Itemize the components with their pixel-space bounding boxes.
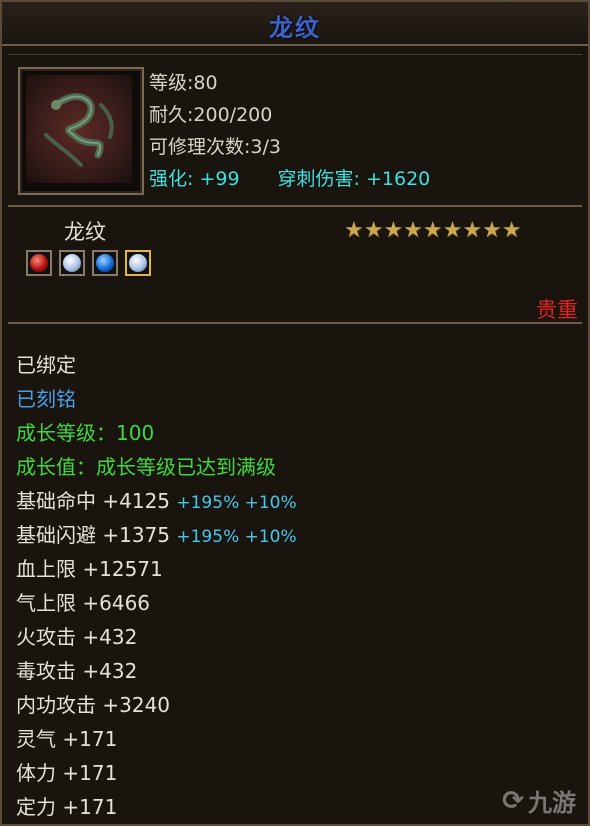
base-dodge-text: 基础闪避 +1375	[16, 523, 171, 547]
focus-stat: 定力 +171	[16, 795, 118, 819]
stamina-stat: 体力 +171	[16, 761, 118, 785]
growth-value: 成长值：成长等级已达到满级	[16, 455, 276, 479]
engraved-status: 已刻铭	[16, 387, 76, 411]
base-hit-line: 基础命中 +4125 +195% +10%	[16, 484, 297, 518]
gem-socket-red[interactable]	[26, 250, 52, 276]
spirit-stat: 灵气 +171	[16, 727, 118, 751]
white-gem-icon	[129, 254, 147, 272]
repair-count-text: 可修理次数:3/3	[149, 136, 281, 158]
fire-attack: 火攻击 +432	[16, 625, 138, 649]
poison-attack: 毒攻击 +432	[16, 659, 138, 683]
qi-max: 气上限 +6466	[16, 591, 151, 615]
level-text: 等级:80	[149, 72, 218, 94]
star-icons: ★★★★★★★★★	[344, 218, 522, 243]
item-icon-frame	[18, 67, 144, 195]
bound-status: 已绑定	[16, 353, 76, 377]
dragon-emblem-icon	[26, 75, 132, 183]
nine-game-logo-icon: ⟳	[502, 785, 524, 816]
gem-sockets	[26, 250, 151, 276]
durability-text: 耐久:200/200	[149, 104, 273, 126]
watermark: ⟳ 九游	[502, 783, 576, 818]
growth-level: 成长等级：100	[16, 421, 155, 445]
base-hit-text: 基础命中 +4125	[16, 489, 171, 513]
rarity-label: 贵重	[536, 298, 578, 322]
item-stats: 等级:80 耐久:200/200 可修理次数:3/3 强化: +99 穿刺伤害: …	[149, 67, 430, 195]
base-hit-bonus: +195% +10%	[176, 493, 297, 513]
gem-socket-blue[interactable]	[92, 250, 118, 276]
item-summary: 龙纹 ★★★★★★★★★ 贵重	[8, 208, 582, 324]
item-attributes: 已绑定 已刻铭 成长等级：100 成长值：成长等级已达到满级 基础命中 +412…	[16, 348, 297, 824]
star-rating: ★★★★★★★★★	[344, 220, 522, 242]
white-gem-icon	[63, 254, 81, 272]
internal-attack: 内功攻击 +3240	[16, 693, 171, 717]
gem-socket-white[interactable]	[59, 250, 85, 276]
enhance-line: 强化: +99 穿刺伤害: +1620	[149, 163, 430, 195]
item-name: 龙纹	[64, 220, 106, 244]
item-title: 龙纹	[269, 14, 321, 42]
watermark-text: 九游	[528, 789, 576, 817]
blue-gem-icon	[96, 254, 114, 272]
item-header: 等级:80 耐久:200/200 可修理次数:3/3 强化: +99 穿刺伤害: …	[8, 54, 582, 207]
base-dodge-bonus: +195% +10%	[176, 527, 297, 547]
red-gem-icon	[30, 254, 48, 272]
item-tooltip: 龙纹 等级:80 耐久:200/200 可修理次数:3/3 强化: +99 穿刺伤…	[0, 0, 590, 826]
enhance-text: 强化: +99	[149, 168, 240, 190]
base-dodge-line: 基础闪避 +1375 +195% +10%	[16, 518, 297, 552]
pierce-damage-text: 穿刺伤害: +1620	[277, 168, 431, 190]
gem-socket-white-selected[interactable]	[125, 250, 151, 276]
title-bar: 龙纹	[2, 2, 588, 46]
hp-max: 血上限 +12571	[16, 557, 163, 581]
